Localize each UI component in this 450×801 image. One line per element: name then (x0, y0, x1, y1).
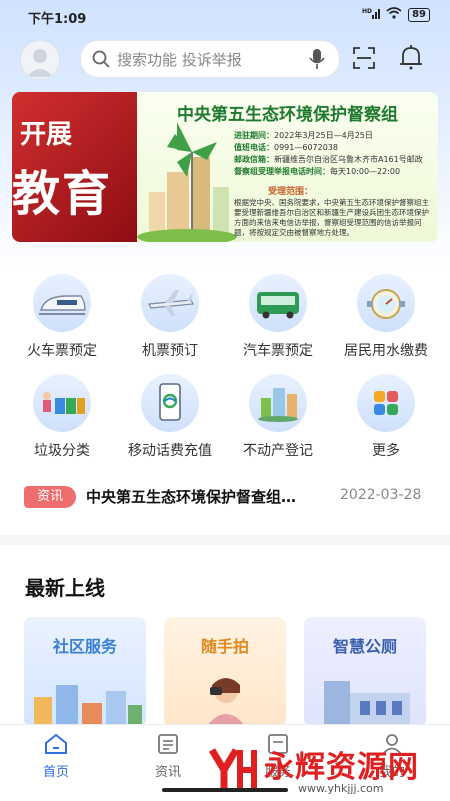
news-tag: 资讯 (24, 486, 76, 508)
banner-left-panel: 开展 教育 (12, 92, 137, 242)
service-label: 更多 (372, 443, 400, 459)
svg-text:HD: HD (362, 8, 372, 15)
service-label: 汽车票预定 (243, 343, 313, 359)
service-label: 垃圾分类 (34, 443, 90, 459)
tab-label: 首页 (42, 765, 69, 780)
bus-icon (249, 274, 307, 332)
service-bus-tickets[interactable]: 汽车票预定 (222, 270, 334, 370)
section-divider (0, 535, 450, 545)
service-flight-tickets[interactable]: 机票预订 (114, 270, 226, 370)
card-title: 随手拍 (200, 637, 249, 656)
avatar[interactable] (20, 40, 60, 80)
status-time: 下午1:09 (28, 12, 87, 27)
airplane-icon (141, 274, 199, 332)
scan-icon (353, 47, 375, 69)
card-title: 社区服务 (52, 637, 117, 656)
search-icon (92, 50, 110, 68)
service-label: 不动产登记 (243, 443, 313, 459)
garbage-sorting-icon (33, 374, 91, 432)
header: 搜索功能 投诉举报 (0, 36, 450, 80)
banner-left-line2: 教育 (12, 166, 113, 222)
news-ticker[interactable]: 资讯 中央第五生态环境保护督查组… 2022-03-28 (0, 480, 450, 516)
banner-title: 中央第五生态环境保护督察组 (177, 105, 398, 125)
watermark-text: 永辉资源网 (264, 750, 419, 785)
service-water-payment[interactable]: 居民用水缴费 (330, 270, 442, 370)
buildings-icon (249, 374, 307, 432)
service-property-registration[interactable]: 不动产登记 (222, 370, 334, 470)
news-icon (158, 734, 178, 754)
service-label: 居民用水缴费 (344, 343, 428, 359)
watermark-url: www.yhkjjj.com (298, 782, 384, 795)
card-snapshot[interactable]: 随手拍 (164, 617, 286, 727)
banner-row: 邮政信箱：新疆维吾尔自治区乌鲁木齐市A161号邮政 (234, 155, 423, 164)
water-meter-icon (357, 274, 415, 332)
banner-row: 督察组受理举报电话时间：每天10:00—22:00 (234, 167, 401, 176)
service-label: 火车票预定 (27, 343, 97, 359)
microphone-icon[interactable] (309, 48, 325, 70)
search-placeholder: 搜索功能 投诉举报 (117, 50, 242, 69)
home-icon (45, 733, 67, 754)
tab-home[interactable]: 首页 (16, 733, 96, 780)
photographer-illustration (206, 678, 246, 727)
user-avatar-icon (27, 49, 53, 77)
notification-button[interactable] (398, 44, 424, 72)
banner-row: 值班电话：0991—6072038 (234, 143, 338, 152)
tab-label: 资讯 (154, 765, 181, 780)
banner-left-line1: 开展 (20, 120, 73, 150)
scan-button[interactable] (352, 46, 376, 70)
banner-row: 进驻期间：2022年3月25日—4月25日 (234, 131, 373, 140)
home-indicator (162, 788, 288, 792)
community-illustration (34, 685, 142, 727)
card-community-service[interactable]: 社区服务 (24, 617, 146, 727)
tab-news[interactable]: 资讯 (128, 733, 208, 780)
wifi-icon (386, 7, 402, 22)
service-label: 移动话费充值 (128, 443, 212, 459)
signal-icon: HD (362, 7, 381, 22)
service-more[interactable]: 更多 (330, 370, 442, 470)
banner-city-illustration (137, 122, 237, 242)
search-bar[interactable]: 搜索功能 投诉举报 (80, 40, 340, 78)
service-mobile-topup[interactable]: 移动话费充值 (114, 370, 226, 470)
promo-banner[interactable]: 开展 教育 中央第五生态环境保护督察组 进驻期间：2022年3月25日—4月25… (12, 92, 438, 242)
card-title: 智慧公厕 (332, 637, 397, 656)
news-date: 2022-03-28 (340, 487, 422, 503)
card-smart-toilet[interactable]: 智慧公厕 (304, 617, 426, 727)
latest-section-title: 最新上线 (25, 576, 105, 600)
train-icon (33, 274, 91, 332)
mobile-phone-icon (141, 374, 199, 432)
banner-range-text: 根据党中央、国务院要求，中央第五生态环境保护督察组主要受理新疆维吾尔自治区和新疆… (234, 198, 429, 237)
toilet-illustration (324, 681, 410, 727)
service-label: 机票预订 (142, 343, 198, 359)
service-garbage-sorting[interactable]: 垃圾分类 (6, 370, 118, 470)
service-train-tickets[interactable]: 火车票预定 (6, 270, 118, 370)
bell-icon (400, 45, 422, 70)
status-bar: 下午1:09 HD 89 (0, 0, 450, 30)
battery-indicator: 89 (408, 7, 430, 22)
banner-range-label: 受理范围： (268, 187, 314, 197)
status-icons: HD 89 (362, 7, 430, 22)
more-grid-icon (357, 374, 415, 432)
news-title[interactable]: 中央第五生态环境保护督查组… (86, 486, 296, 507)
